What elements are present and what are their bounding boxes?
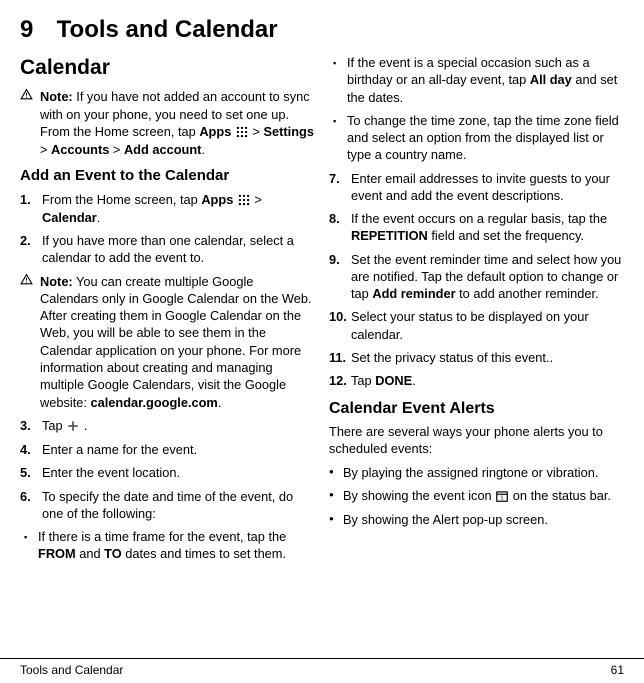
section-heading-calendar: Calendar xyxy=(20,54,315,82)
note-label: Note: xyxy=(40,89,73,104)
steps-list-cont2: 7.Enter email addresses to invite guests… xyxy=(329,170,624,390)
page-number: 61 xyxy=(611,663,624,677)
svg-text:1: 1 xyxy=(501,495,504,501)
two-column-layout: Calendar Note: If you have not added an … xyxy=(20,54,624,569)
step-12: 12.Tap DONE. xyxy=(329,372,624,389)
step-6-sub-3: To change the time zone, tap the time zo… xyxy=(347,112,624,164)
chapter-number: 9 xyxy=(20,16,50,44)
subheading-event-alerts: Calendar Event Alerts xyxy=(329,398,624,420)
chapter-title: Tools and Calendar xyxy=(57,16,278,43)
alert-item-3: By showing the Alert pop-up screen. xyxy=(343,511,624,528)
step-10: 10.Select your status to be displayed on… xyxy=(329,308,624,343)
step-11: 11.Set the privacy status of this event.… xyxy=(329,349,624,366)
step-9: 9.Set the event reminder time and select… xyxy=(329,251,624,303)
alerts-intro: There are several ways your phone alerts… xyxy=(329,423,624,458)
note-multiple-calendars: Note: You can create multiple Google Cal… xyxy=(20,273,315,411)
step-8: 8.If the event occurs on a regular basis… xyxy=(329,210,624,245)
steps-list: 1. From the Home screen, tap Apps > Cale… xyxy=(20,191,315,267)
step-7: 7.Enter email addresses to invite guests… xyxy=(329,170,624,205)
chapter-heading: 9 Tools and Calendar xyxy=(20,16,624,44)
subheading-add-event: Add an Event to the Calendar xyxy=(20,166,315,186)
step-6-sub-2: If the event is a special occasion such … xyxy=(347,54,624,106)
step-6-sub-1: If there is a time frame for the event, … xyxy=(38,528,315,563)
footer-title: Tools and Calendar xyxy=(20,663,123,677)
page-footer: Tools and Calendar 61 xyxy=(0,658,644,677)
note-text: Note: You can create multiple Google Cal… xyxy=(40,273,315,411)
step-5: 5. Enter the event location. xyxy=(20,464,315,481)
step-3: 3. Tap . xyxy=(20,417,315,435)
apps-grid-icon xyxy=(235,124,249,141)
apps-grid-icon xyxy=(237,192,251,209)
page-content: 9 Tools and Calendar Calendar Note: If y… xyxy=(0,0,644,648)
steps-list-cont: 3. Tap . 4. Enter a name for the event. … xyxy=(20,417,315,522)
note-text: Note: If you have not added an account t… xyxy=(40,88,315,158)
note-label: Note: xyxy=(40,274,73,289)
step-6-sublist: If there is a time frame for the event, … xyxy=(20,528,315,563)
note-account-setup: Note: If you have not added an account t… xyxy=(20,88,315,158)
step-6-sublist-cont: If the event is a special occasion such … xyxy=(329,54,624,164)
left-column: Calendar Note: If you have not added an … xyxy=(20,54,315,569)
warning-icon xyxy=(20,88,34,158)
right-column: If the event is a special occasion such … xyxy=(329,54,624,569)
alert-item-1: By playing the assigned ringtone or vibr… xyxy=(343,464,624,481)
step-6: 6. To specify the date and time of the e… xyxy=(20,488,315,523)
alert-item-2: By showing the event icon 1 on the statu… xyxy=(343,487,624,505)
step-2: 2. If you have more than one calendar, s… xyxy=(20,232,315,267)
calendar-event-icon: 1 xyxy=(495,488,509,505)
step-1: 1. From the Home screen, tap Apps > Cale… xyxy=(20,191,315,227)
alerts-list: By playing the assigned ringtone or vibr… xyxy=(329,464,624,529)
warning-icon xyxy=(20,273,34,411)
plus-icon xyxy=(66,418,80,435)
step-4: 4. Enter a name for the event. xyxy=(20,441,315,458)
